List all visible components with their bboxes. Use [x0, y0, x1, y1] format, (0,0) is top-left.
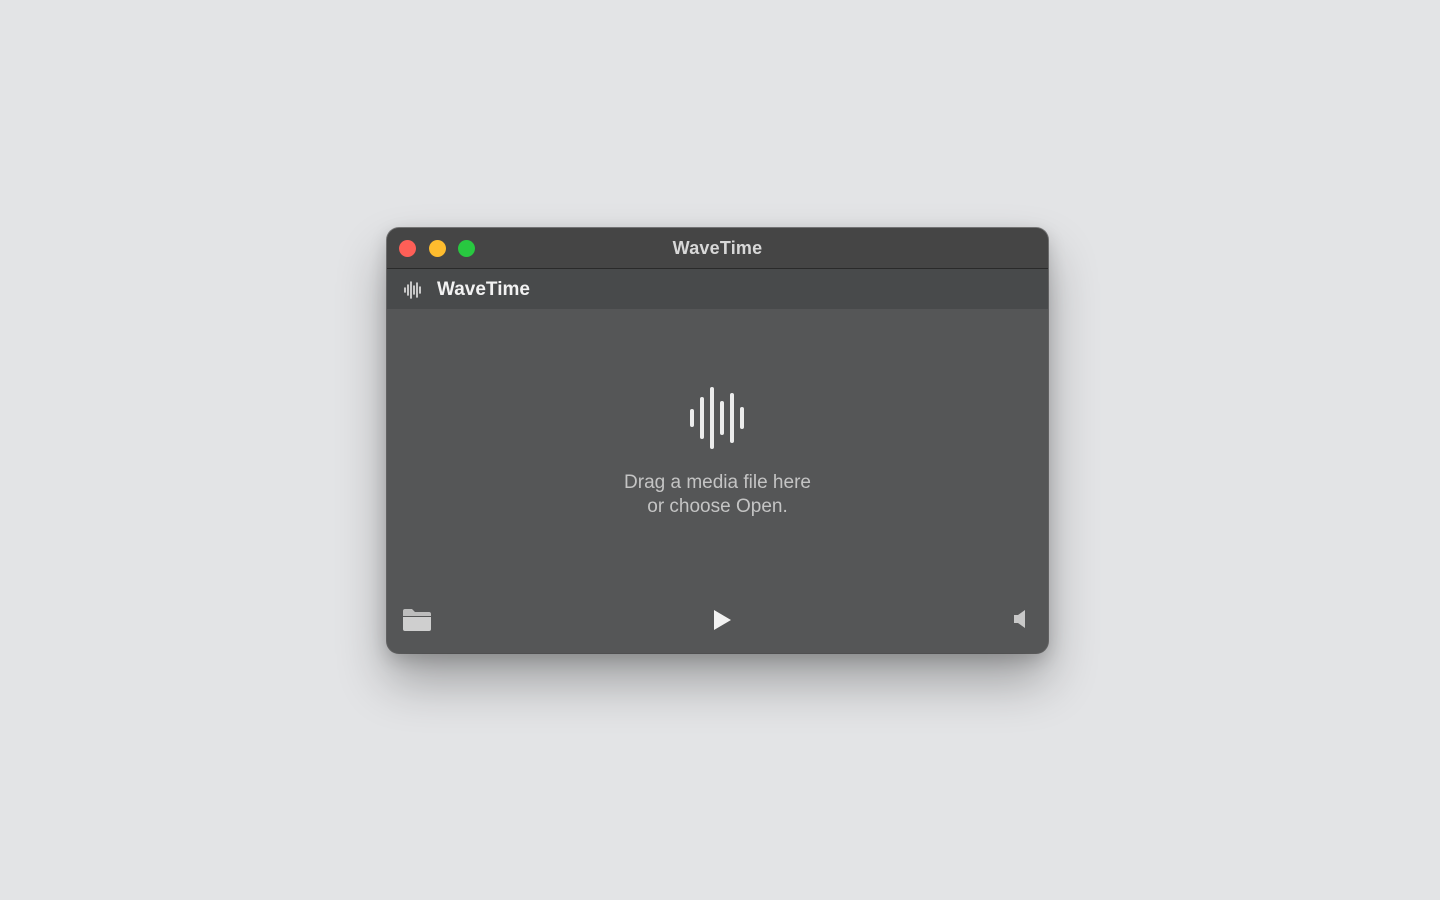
- app-name-label: WaveTime: [437, 279, 530, 300]
- open-file-button[interactable]: [401, 607, 433, 633]
- speaker-icon: [1014, 610, 1025, 628]
- title-bar[interactable]: WaveTime: [387, 228, 1048, 269]
- toolbar: WaveTime: [387, 269, 1048, 309]
- empty-state-message: Drag a media file here or choose Open.: [387, 471, 1048, 519]
- window-title: WaveTime: [672, 238, 763, 258]
- folder-icon: [403, 609, 431, 631]
- app-window: WaveTime WaveTime Drag a media file here…: [387, 228, 1048, 653]
- waveform-icon: [690, 387, 744, 449]
- empty-state-line-2: or choose Open.: [647, 496, 788, 517]
- play-button[interactable]: [710, 608, 734, 632]
- waveform-icon: [404, 281, 421, 299]
- empty-state-line-1: Drag a media file here: [624, 472, 811, 493]
- drop-zone[interactable]: Drag a media file here or choose Open.: [387, 309, 1048, 653]
- play-icon: [714, 610, 731, 630]
- volume-button[interactable]: [1011, 608, 1031, 630]
